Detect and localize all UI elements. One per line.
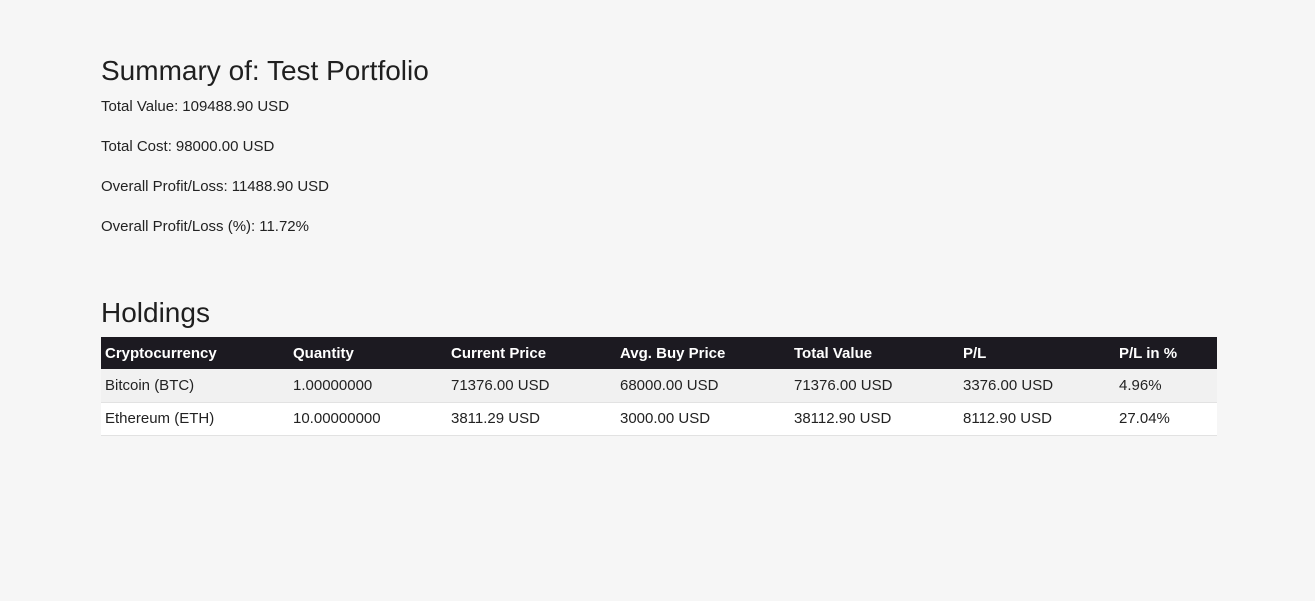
total-value-stat: Total Value: 109488.90 USD bbox=[101, 97, 289, 117]
total-cost-amount: 98000.00 USD bbox=[175, 138, 275, 155]
cell-cryptocurrency: Bitcoin (BTC) bbox=[105, 376, 195, 394]
total-cost-label: Total Cost: bbox=[101, 138, 172, 155]
cell-current-price: 71376.00 USD bbox=[451, 376, 550, 394]
table-row: Bitcoin (BTC) 1.00000000 71376.00 USD 68… bbox=[101, 369, 1217, 402]
overall-pl-label: Overall Profit/Loss: bbox=[101, 178, 228, 195]
holdings-header-row: Cryptocurrency Quantity Current Price Av… bbox=[101, 337, 1217, 369]
overall-pl-amount: 11488.90 USD bbox=[231, 178, 330, 195]
column-header-cryptocurrency: Cryptocurrency bbox=[105, 344, 217, 362]
cell-pl: 3376.00 USD bbox=[963, 376, 1054, 394]
overall-pl-pct-amount: 11.72% bbox=[259, 218, 309, 235]
column-header-quantity: Quantity bbox=[293, 344, 354, 362]
cell-quantity: 1.00000000 bbox=[293, 376, 373, 394]
cell-total-value: 38112.90 USD bbox=[794, 410, 892, 427]
holdings-table: Cryptocurrency Quantity Current Price Av… bbox=[101, 337, 1217, 436]
overall-pl-stat: Overall Profit/Loss: 11488.90 USD bbox=[101, 177, 329, 197]
total-value-label: Total Value: bbox=[101, 98, 179, 115]
table-row: Ethereum (ETH) 10.00000000 3811.29 USD 3… bbox=[101, 402, 1217, 435]
cell-quantity: 10.00000000 bbox=[293, 410, 381, 427]
total-cost-stat: Total Cost: 98000.00 USD bbox=[101, 137, 274, 157]
cell-cryptocurrency: Ethereum (ETH) bbox=[105, 410, 215, 427]
cell-pl: 8112.90 USD bbox=[963, 410, 1052, 427]
cell-avg-buy-price: 3000.00 USD bbox=[620, 410, 711, 427]
cell-pl-percent: 4.96% bbox=[1119, 376, 1162, 394]
cell-total-value: 71376.00 USD bbox=[794, 376, 893, 394]
cell-avg-buy-price: 68000.00 USD bbox=[620, 376, 719, 394]
total-value-amount: 109488.90 USD bbox=[182, 98, 290, 115]
column-header-total-value: Total Value bbox=[794, 344, 873, 362]
column-header-current-price: Current Price bbox=[451, 344, 547, 362]
holdings-title: Holdings bbox=[101, 297, 210, 328]
overall-pl-pct-label: Overall Profit/Loss (%): bbox=[101, 218, 256, 235]
column-header-avg-buy-price: Avg. Buy Price bbox=[620, 344, 726, 362]
cell-current-price: 3811.29 USD bbox=[451, 410, 540, 427]
column-header-pl: P/L bbox=[963, 344, 987, 362]
cell-pl-percent: 27.04% bbox=[1119, 410, 1170, 427]
column-header-pl-percent: P/L in % bbox=[1119, 344, 1178, 362]
summary-title: Summary of: Test Portfolio bbox=[101, 55, 429, 86]
overall-pl-pct-stat: Overall Profit/Loss (%): 11.72% bbox=[101, 217, 309, 237]
